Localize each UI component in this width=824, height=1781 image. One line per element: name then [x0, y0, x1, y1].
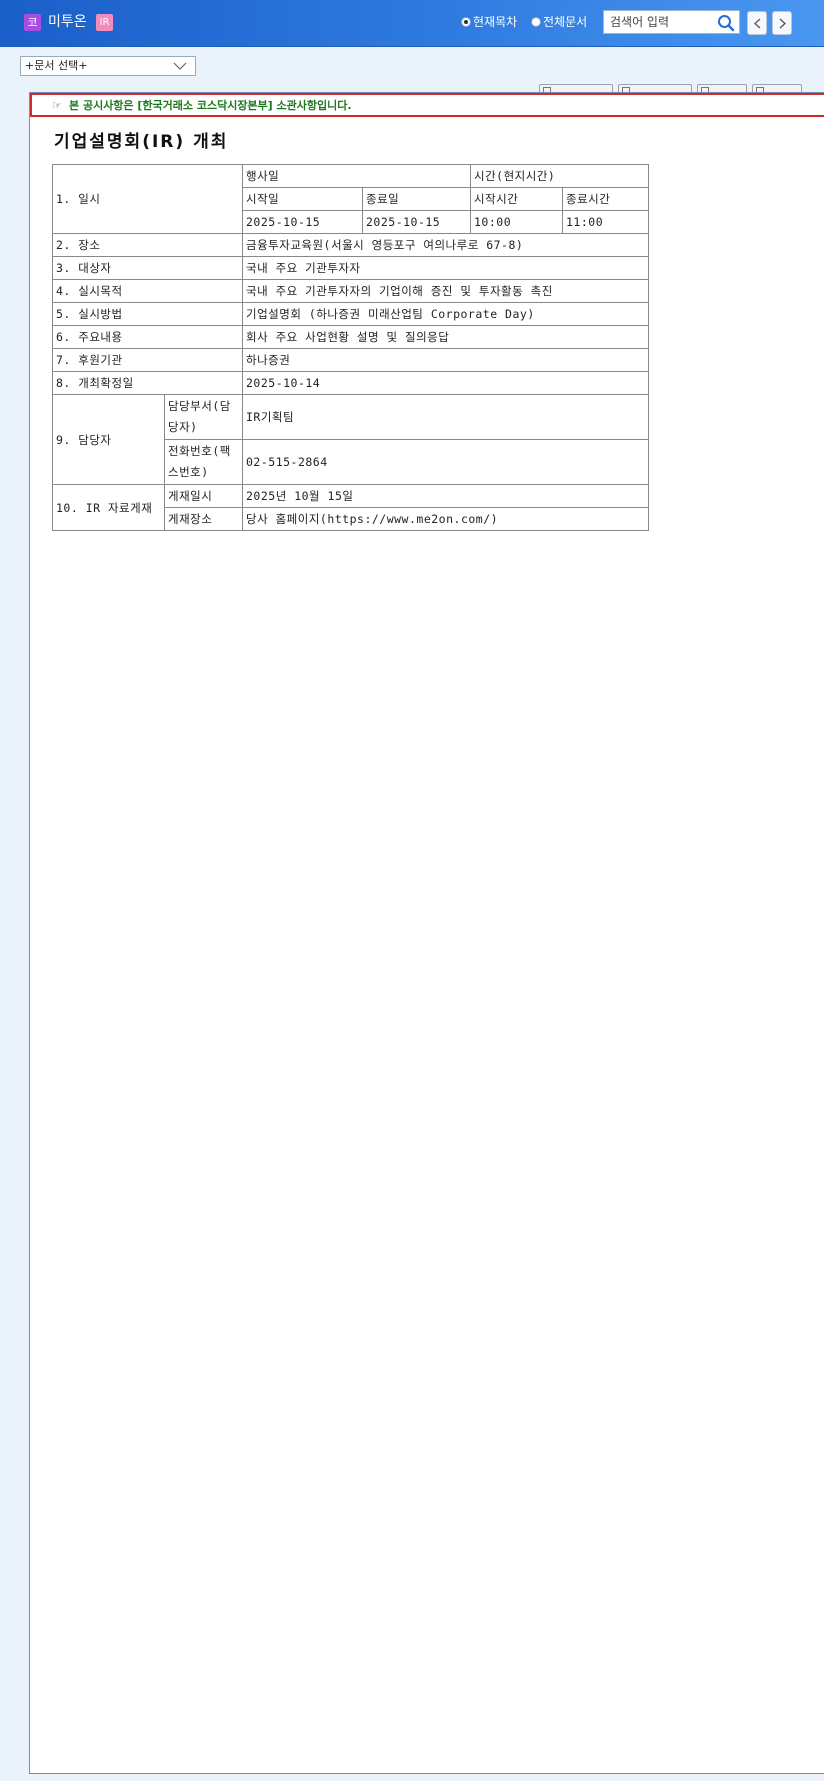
document-title: 기업설명회(IR) 개최: [54, 132, 229, 152]
company-name[interactable]: 미투온: [48, 12, 87, 32]
radio-all-label: 전체문서: [543, 15, 588, 29]
row-value: 하나증권: [242, 348, 649, 372]
dept-label: 담당부서(담당자): [164, 394, 243, 440]
start-date-value: 2025-10-15: [242, 210, 363, 234]
row-label: 3. 대상자: [52, 256, 243, 280]
post-date-value: 2025년 10월 15일: [242, 484, 649, 508]
chevron-down-icon: [173, 62, 187, 70]
table-row: 1. 일시 행사일 시간(현지시간): [52, 164, 649, 234]
table-row: 5. 실시방법 기업설명회 (하나증권 미래산업팀 Corporate Day): [52, 302, 649, 326]
time-header: 시간(현지시간): [470, 164, 649, 188]
material-label: 10. IR 자료게재: [52, 484, 165, 531]
table-row: 10. IR 자료게재 게재일시 2025년 10월 15일: [52, 484, 649, 531]
row-label: 8. 개최확정일: [52, 371, 243, 395]
chevron-right-icon: [779, 18, 786, 29]
start-date-label: 시작일: [242, 187, 363, 211]
document-select[interactable]: +문서 선택+: [20, 56, 196, 76]
phone-value: 02-515-2864: [242, 439, 649, 485]
post-place-value: 당사 홈페이지(https://www.me2on.com/): [242, 507, 649, 531]
start-time-label: 시작시간: [470, 187, 563, 211]
row-label: 7. 후원기관: [52, 348, 243, 372]
dept-value: IR기획팀: [242, 394, 649, 440]
table-row: 7. 후원기관 하나증권: [52, 348, 649, 372]
radio-current-label: 현재목차: [473, 15, 518, 29]
event-day-header: 행사일: [242, 164, 471, 188]
search-icon[interactable]: [717, 14, 735, 32]
end-date-value: 2025-10-15: [362, 210, 471, 234]
market-badge: 코: [24, 14, 41, 31]
pointing-hand-icon: ☞: [52, 99, 62, 112]
row-label: 4. 실시목적: [52, 279, 243, 303]
radio-current-section[interactable]: 현재목차: [461, 14, 517, 30]
post-date-label: 게재일시: [164, 484, 243, 508]
row-value: 국내 주요 기관투자자: [242, 256, 649, 280]
radio-button-unchecked[interactable]: [531, 17, 541, 27]
row-value: 금융투자교육원(서울시 영등포구 여의나루로 67-8): [242, 233, 649, 257]
row-label: 6. 주요내용: [52, 325, 243, 349]
start-time-value: 10:00: [470, 210, 563, 234]
jurisdiction-notice: ☞ 본 공시사항은 [한국거래소 코스닥시장본부] 소관사항입니다.: [30, 93, 824, 117]
ir-badge: IR: [96, 14, 113, 31]
end-time-label: 종료시간: [562, 187, 649, 211]
contact-label: 9. 담당자: [52, 394, 165, 485]
table-row: 8. 개최확정일 2025-10-14: [52, 371, 649, 395]
end-date-label: 종료일: [362, 187, 471, 211]
table-row: 4. 실시목적 국내 주요 기관투자자의 기업이해 증진 및 투자활동 촉진: [52, 279, 649, 303]
post-place-label: 게재장소: [164, 507, 243, 531]
next-button[interactable]: [772, 11, 792, 35]
notice-text: 본 공시사항은 [한국거래소 코스닥시장본부] 소관사항입니다.: [69, 99, 352, 112]
row-label: 5. 실시방법: [52, 302, 243, 326]
chevron-left-icon: [754, 18, 761, 29]
table-row: 9. 담당자 담당부서(담당자) IR기획팀: [52, 394, 649, 485]
document-viewer: ☞ 본 공시사항은 [한국거래소 코스닥시장본부] 소관사항입니다. 기업설명회(…: [29, 92, 824, 1774]
row-value: 기업설명회 (하나증권 미래산업팀 Corporate Day): [242, 302, 649, 326]
radio-button-checked[interactable]: [461, 17, 471, 27]
radio-all-documents[interactable]: 전체문서: [531, 14, 587, 30]
table-row: 2. 장소 금융투자교육원(서울시 영등포구 여의나루로 67-8): [52, 233, 649, 257]
phone-label: 전화번호(팩스번호): [164, 439, 243, 485]
row-value: 국내 주요 기관투자자의 기업이해 증진 및 투자활동 촉진: [242, 279, 649, 303]
prev-button[interactable]: [747, 11, 767, 35]
end-time-value: 11:00: [562, 210, 649, 234]
ir-event-table: 1. 일시 행사일 시간(현지시간) 시작일 종료일 시작시간 종료시간 202…: [52, 164, 649, 531]
schedule-label: 1. 일시: [52, 164, 243, 234]
document-select-value: +문서 선택+: [25, 59, 88, 72]
table-row: 6. 주요내용 회사 주요 사업현황 설명 및 질의응답: [52, 325, 649, 349]
row-value: 2025-10-14: [242, 371, 649, 395]
top-header: 코 미투온 IR 현재목차 전체문서: [0, 0, 824, 47]
search-box: [603, 10, 740, 34]
row-label: 2. 장소: [52, 233, 243, 257]
table-row: 3. 대상자 국내 주요 기관투자자: [52, 256, 649, 280]
search-input[interactable]: [608, 13, 718, 31]
row-value: 회사 주요 사업현황 설명 및 질의응답: [242, 325, 649, 349]
notice-line: ☞ 본 공시사항은 [한국거래소 코스닥시장본부] 소관사항입니다.: [52, 99, 352, 113]
